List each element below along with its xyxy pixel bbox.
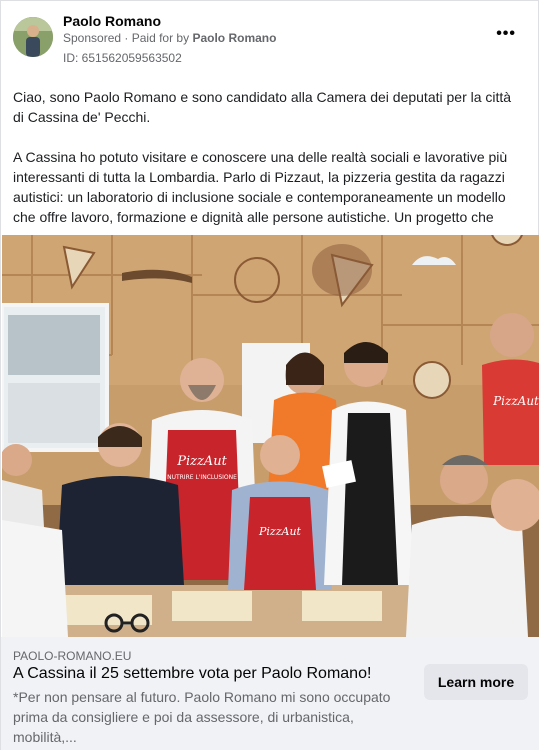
apron-subtext: NUTRIRE L'INCLUSIONE <box>167 474 237 481</box>
post-paragraph-2: A Cassina ho potuto visitare e conoscere… <box>13 149 508 225</box>
apron-logo-text-2: PizzAut <box>258 525 302 538</box>
link-headline[interactable]: A Cassina il 25 settembre vota per Paolo… <box>13 665 413 683</box>
post-body: Ciao, sono Paolo Romano e sono candidato… <box>13 87 525 227</box>
paid-by-name[interactable]: Paolo Romano <box>192 31 276 45</box>
sponsored-label: Sponsored <box>63 31 122 45</box>
link-preview[interactable]: PAOLO-ROMANO.EU A Cassina il 25 settembr… <box>1 637 539 750</box>
post-image[interactable]: PizzAut NUTRIRE L'INCLUSIONE PizzAut Piz… <box>2 235 539 637</box>
apron-logo-text: PizzAut <box>176 454 227 469</box>
post-header: Paolo Romano Sponsored · Paid for by Pao… <box>13 13 526 69</box>
shirt-logo-text: PizzAut <box>492 394 539 408</box>
sponsored-post-card: Paolo Romano Sponsored · Paid for by Pao… <box>0 0 539 750</box>
post-paragraph-1: Ciao, sono Paolo Romano e sono candidato… <box>13 89 512 125</box>
author-name[interactable]: Paolo Romano <box>63 13 161 29</box>
link-description: *Per non pensare al futuro. Paolo Romano… <box>13 689 391 745</box>
ad-id: ID: 651562059563502 <box>63 51 182 65</box>
paid-for-prefix: · Paid for by <box>124 31 190 45</box>
link-domain: PAOLO-ROMANO.EU <box>13 649 132 663</box>
author-avatar[interactable] <box>13 17 53 57</box>
sponsored-meta: Sponsored · Paid for by Paolo Romano <box>63 31 276 45</box>
learn-more-button[interactable]: Learn more <box>424 664 528 700</box>
more-horizontal-icon[interactable]: ••• <box>496 25 516 43</box>
